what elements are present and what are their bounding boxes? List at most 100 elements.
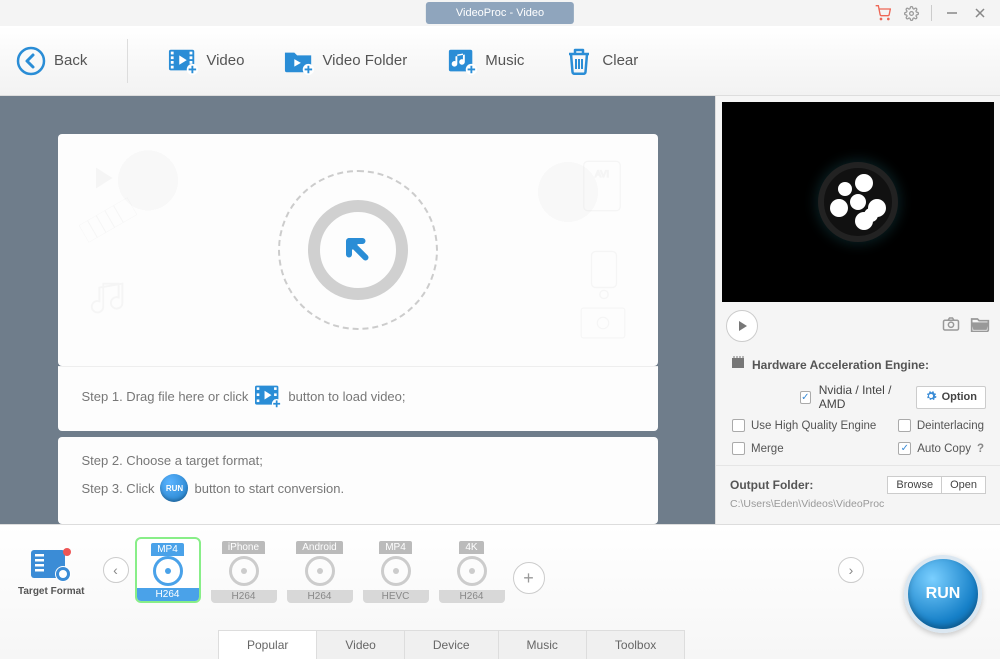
bottom-bar: Target Format ‹ MP4 H264 iPhone H264 Android… (0, 524, 1000, 659)
format-reel-icon (153, 556, 183, 586)
open-button[interactable]: Open (941, 476, 986, 494)
back-icon (16, 46, 46, 76)
category-tab[interactable]: Video (316, 630, 404, 659)
back-label: Back (54, 52, 87, 69)
option-button[interactable]: Option (916, 386, 986, 409)
category-tab[interactable]: Popular (218, 630, 317, 659)
video-icon (168, 46, 198, 76)
step2-text: Step 2. Choose a target format; (82, 453, 263, 468)
titlebar-controls (875, 5, 1000, 21)
svg-text:AVI: AVI (595, 169, 609, 179)
open-folder-icon[interactable] (970, 316, 990, 337)
gear-icon (925, 390, 937, 405)
format-bottom-label: H264 (439, 590, 505, 603)
film-reel-icon (818, 162, 898, 242)
format-top-label: 4K (459, 541, 483, 554)
window-title: VideoProc - Video (426, 2, 574, 24)
category-tab[interactable]: Music (498, 630, 587, 659)
help-icon[interactable]: ? (977, 443, 984, 455)
format-top-label: MP4 (151, 543, 184, 556)
add-video-button[interactable]: Video (168, 46, 244, 76)
back-button[interactable]: Back (16, 46, 87, 76)
step3-text-a: Step 3. Click (82, 481, 155, 496)
formats-prev-button[interactable]: ‹ (103, 557, 129, 583)
step-1: Step 1. Drag file here or click button t… (58, 366, 658, 431)
folder-icon (284, 46, 314, 76)
clear-button[interactable]: Clear (564, 46, 638, 76)
video-folder-label: Video Folder (322, 52, 407, 69)
deinterlacing-checkbox[interactable] (898, 419, 911, 432)
browse-button[interactable]: Browse (887, 476, 941, 494)
format-preset[interactable]: AndroidH264 (287, 537, 353, 603)
run-button[interactable]: RUN (904, 555, 982, 633)
formats-next-button[interactable]: › (838, 557, 864, 583)
separator (127, 39, 128, 83)
titlebar: VideoProc - Video (0, 0, 1000, 26)
minimize-button[interactable] (944, 5, 960, 21)
step1-text-b: button to load video; (288, 389, 405, 404)
format-top-label: MP4 (379, 541, 412, 554)
preview-pane (722, 102, 994, 302)
format-preset[interactable]: MP4 H264 (135, 537, 201, 603)
target-format-button[interactable]: Target Format (18, 544, 85, 597)
step1-text-a: Step 1. Drag file here or click (82, 389, 249, 404)
add-format-button[interactable]: + (513, 562, 545, 594)
autocopy-checkbox[interactable] (898, 442, 911, 455)
category-tab[interactable]: Device (404, 630, 499, 659)
category-tab[interactable]: Toolbox (586, 630, 685, 659)
video-inline-icon (254, 383, 282, 409)
preview-controls (716, 306, 1000, 346)
steps-2-3: Step 2. Choose a target format; Step 3. … (58, 437, 658, 524)
formats-list: MP4 H264 iPhone H264 AndroidH264 MP4 HEVC 4K H26… (135, 537, 505, 603)
background-decoration: AVI (74, 150, 642, 350)
settings-icon[interactable] (903, 5, 919, 21)
hq-label: Use High Quality Engine (751, 420, 876, 432)
format-preset[interactable]: 4K H264 (439, 537, 505, 603)
separator (931, 5, 932, 21)
close-button[interactable] (972, 5, 988, 21)
music-label: Music (485, 52, 524, 69)
output-folder-label: Output Folder: (730, 478, 813, 492)
add-music-button[interactable]: Music (447, 46, 524, 76)
format-preset[interactable]: iPhone H264 (211, 537, 277, 603)
format-reel-icon (457, 556, 487, 586)
drop-panel: AVI Step 1. Drag file here or click butt… (0, 96, 715, 524)
format-top-label: iPhone (222, 541, 265, 554)
gpu-checkbox[interactable] (800, 391, 811, 404)
right-panel: Hardware Acceleration Engine: Nvidia / I… (715, 96, 1000, 524)
add-video-folder-button[interactable]: Video Folder (284, 46, 407, 76)
main-area: AVI Step 1. Drag file here or click butt… (0, 96, 1000, 524)
format-bottom-label: H264 (137, 588, 199, 601)
format-preset[interactable]: MP4 HEVC (363, 537, 429, 603)
format-reel-icon (229, 556, 259, 586)
music-icon (447, 46, 477, 76)
toolbar: Back Video Video Folder Music Clear (0, 26, 1000, 96)
hardware-acceleration-section: Hardware Acceleration Engine: Nvidia / I… (716, 346, 1000, 455)
step3-text-b: button to start conversion. (194, 481, 344, 496)
format-top-label: Android (296, 541, 342, 554)
autocopy-label: Auto Copy (917, 443, 971, 455)
format-category-tabs: PopularVideoDeviceMusicToolbox (218, 630, 684, 659)
snapshot-icon[interactable] (942, 316, 960, 337)
merge-checkbox[interactable] (732, 442, 745, 455)
trash-icon (564, 46, 594, 76)
format-reel-icon (381, 556, 411, 586)
clear-label: Clear (602, 52, 638, 69)
output-path: C:\Users\Eden\Videos\VideoProc (730, 498, 986, 510)
hq-checkbox[interactable] (732, 419, 745, 432)
drop-zone[interactable]: AVI (58, 134, 658, 366)
format-bottom-label: HEVC (363, 590, 429, 603)
play-button[interactable] (726, 310, 758, 342)
video-label: Video (206, 52, 244, 69)
hw-title-text: Hardware Acceleration Engine: (752, 358, 929, 372)
format-strip: Target Format ‹ MP4 H264 iPhone H264 Android… (0, 525, 1000, 603)
format-bottom-label: H264 (211, 590, 277, 603)
target-format-label: Target Format (18, 586, 85, 597)
cart-icon[interactable] (875, 5, 891, 21)
option-label: Option (942, 391, 977, 403)
format-reel-icon (305, 556, 335, 586)
chip-icon (730, 356, 746, 373)
merge-label: Merge (751, 443, 784, 455)
output-folder-section: Output Folder: Browse Open C:\Users\Eden… (716, 465, 1000, 510)
target-format-icon (29, 544, 73, 582)
